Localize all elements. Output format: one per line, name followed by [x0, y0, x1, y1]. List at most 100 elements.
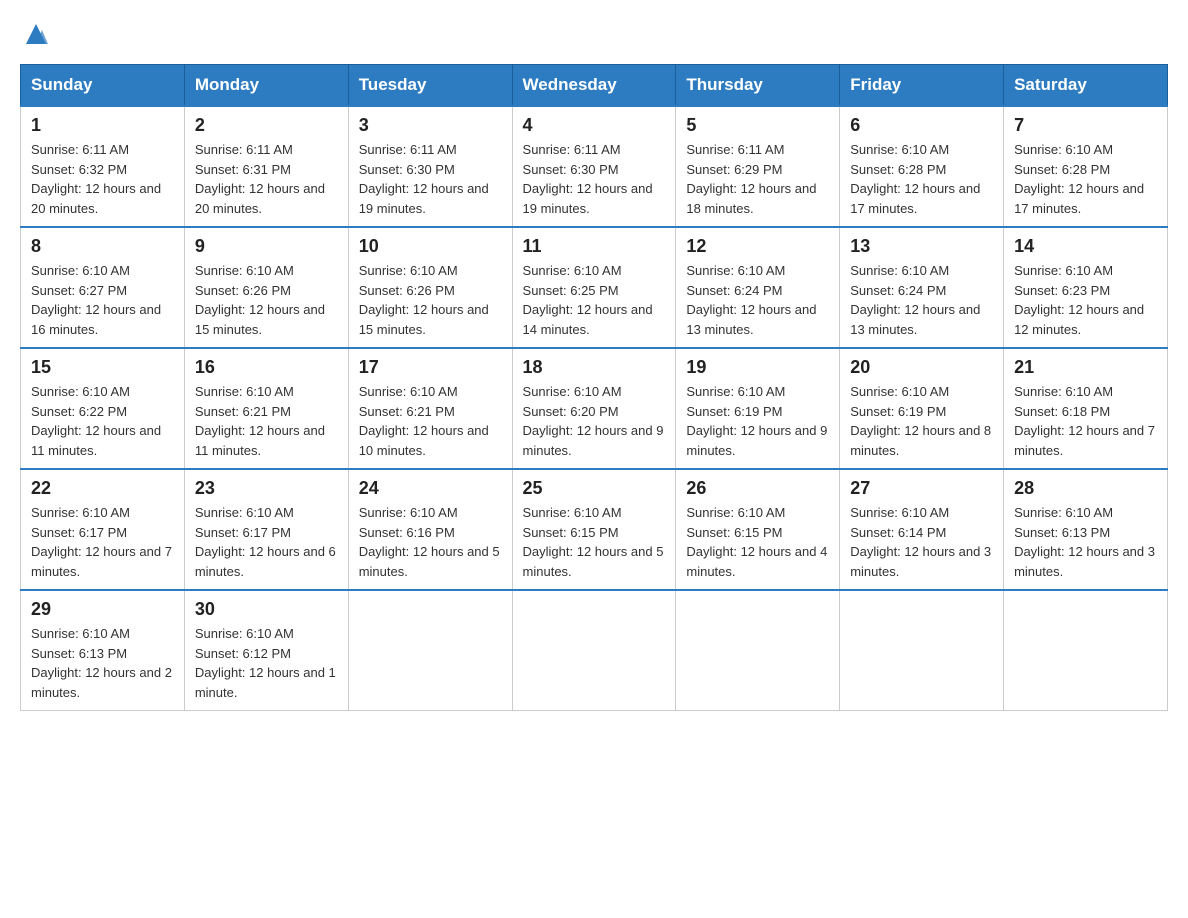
calendar-cell: 5 Sunrise: 6:11 AMSunset: 6:29 PMDayligh… [676, 106, 840, 227]
day-info: Sunrise: 6:10 AMSunset: 6:26 PMDaylight:… [195, 263, 325, 337]
day-number: 7 [1014, 115, 1157, 136]
day-info: Sunrise: 6:10 AMSunset: 6:13 PMDaylight:… [1014, 505, 1155, 579]
calendar-table: SundayMondayTuesdayWednesdayThursdayFrid… [20, 64, 1168, 711]
calendar-cell: 4 Sunrise: 6:11 AMSunset: 6:30 PMDayligh… [512, 106, 676, 227]
day-info: Sunrise: 6:11 AMSunset: 6:32 PMDaylight:… [31, 142, 161, 216]
day-info: Sunrise: 6:10 AMSunset: 6:16 PMDaylight:… [359, 505, 500, 579]
page-header [20, 20, 1168, 48]
day-info: Sunrise: 6:10 AMSunset: 6:15 PMDaylight:… [523, 505, 664, 579]
calendar-cell: 11 Sunrise: 6:10 AMSunset: 6:25 PMDaylig… [512, 227, 676, 348]
day-info: Sunrise: 6:10 AMSunset: 6:22 PMDaylight:… [31, 384, 161, 458]
day-info: Sunrise: 6:10 AMSunset: 6:25 PMDaylight:… [523, 263, 653, 337]
day-number: 9 [195, 236, 338, 257]
header-sunday: Sunday [21, 65, 185, 107]
day-info: Sunrise: 6:10 AMSunset: 6:12 PMDaylight:… [195, 626, 336, 700]
day-info: Sunrise: 6:10 AMSunset: 6:20 PMDaylight:… [523, 384, 664, 458]
day-number: 16 [195, 357, 338, 378]
day-info: Sunrise: 6:10 AMSunset: 6:23 PMDaylight:… [1014, 263, 1144, 337]
day-number: 2 [195, 115, 338, 136]
day-info: Sunrise: 6:10 AMSunset: 6:17 PMDaylight:… [31, 505, 172, 579]
calendar-cell: 6 Sunrise: 6:10 AMSunset: 6:28 PMDayligh… [840, 106, 1004, 227]
day-number: 30 [195, 599, 338, 620]
day-info: Sunrise: 6:10 AMSunset: 6:13 PMDaylight:… [31, 626, 172, 700]
header-monday: Monday [184, 65, 348, 107]
calendar-cell: 16 Sunrise: 6:10 AMSunset: 6:21 PMDaylig… [184, 348, 348, 469]
day-number: 25 [523, 478, 666, 499]
day-number: 23 [195, 478, 338, 499]
day-number: 1 [31, 115, 174, 136]
day-number: 28 [1014, 478, 1157, 499]
calendar-cell: 15 Sunrise: 6:10 AMSunset: 6:22 PMDaylig… [21, 348, 185, 469]
calendar-cell: 1 Sunrise: 6:11 AMSunset: 6:32 PMDayligh… [21, 106, 185, 227]
calendar-cell: 3 Sunrise: 6:11 AMSunset: 6:30 PMDayligh… [348, 106, 512, 227]
day-number: 17 [359, 357, 502, 378]
day-number: 18 [523, 357, 666, 378]
calendar-cell: 2 Sunrise: 6:11 AMSunset: 6:31 PMDayligh… [184, 106, 348, 227]
day-number: 27 [850, 478, 993, 499]
day-info: Sunrise: 6:11 AMSunset: 6:29 PMDaylight:… [686, 142, 816, 216]
day-number: 6 [850, 115, 993, 136]
day-number: 21 [1014, 357, 1157, 378]
day-info: Sunrise: 6:10 AMSunset: 6:28 PMDaylight:… [850, 142, 980, 216]
calendar-cell [1004, 590, 1168, 711]
day-info: Sunrise: 6:10 AMSunset: 6:27 PMDaylight:… [31, 263, 161, 337]
calendar-cell: 17 Sunrise: 6:10 AMSunset: 6:21 PMDaylig… [348, 348, 512, 469]
day-info: Sunrise: 6:10 AMSunset: 6:21 PMDaylight:… [359, 384, 489, 458]
calendar-cell: 22 Sunrise: 6:10 AMSunset: 6:17 PMDaylig… [21, 469, 185, 590]
day-info: Sunrise: 6:11 AMSunset: 6:31 PMDaylight:… [195, 142, 325, 216]
day-number: 19 [686, 357, 829, 378]
calendar-cell [348, 590, 512, 711]
day-info: Sunrise: 6:10 AMSunset: 6:24 PMDaylight:… [850, 263, 980, 337]
day-number: 24 [359, 478, 502, 499]
calendar-cell: 20 Sunrise: 6:10 AMSunset: 6:19 PMDaylig… [840, 348, 1004, 469]
day-info: Sunrise: 6:11 AMSunset: 6:30 PMDaylight:… [523, 142, 653, 216]
week-row: 1 Sunrise: 6:11 AMSunset: 6:32 PMDayligh… [21, 106, 1168, 227]
header-tuesday: Tuesday [348, 65, 512, 107]
day-info: Sunrise: 6:10 AMSunset: 6:24 PMDaylight:… [686, 263, 816, 337]
calendar-cell: 21 Sunrise: 6:10 AMSunset: 6:18 PMDaylig… [1004, 348, 1168, 469]
header-thursday: Thursday [676, 65, 840, 107]
day-number: 20 [850, 357, 993, 378]
day-info: Sunrise: 6:10 AMSunset: 6:17 PMDaylight:… [195, 505, 336, 579]
week-row: 15 Sunrise: 6:10 AMSunset: 6:22 PMDaylig… [21, 348, 1168, 469]
day-number: 8 [31, 236, 174, 257]
week-row: 22 Sunrise: 6:10 AMSunset: 6:17 PMDaylig… [21, 469, 1168, 590]
day-number: 5 [686, 115, 829, 136]
day-number: 12 [686, 236, 829, 257]
calendar-cell [840, 590, 1004, 711]
header-friday: Friday [840, 65, 1004, 107]
day-number: 4 [523, 115, 666, 136]
calendar-cell: 7 Sunrise: 6:10 AMSunset: 6:28 PMDayligh… [1004, 106, 1168, 227]
week-row: 8 Sunrise: 6:10 AMSunset: 6:27 PMDayligh… [21, 227, 1168, 348]
logo-icon [22, 20, 50, 48]
day-info: Sunrise: 6:10 AMSunset: 6:28 PMDaylight:… [1014, 142, 1144, 216]
day-number: 29 [31, 599, 174, 620]
header-wednesday: Wednesday [512, 65, 676, 107]
calendar-cell: 14 Sunrise: 6:10 AMSunset: 6:23 PMDaylig… [1004, 227, 1168, 348]
calendar-cell: 10 Sunrise: 6:10 AMSunset: 6:26 PMDaylig… [348, 227, 512, 348]
day-info: Sunrise: 6:10 AMSunset: 6:14 PMDaylight:… [850, 505, 991, 579]
day-info: Sunrise: 6:10 AMSunset: 6:15 PMDaylight:… [686, 505, 827, 579]
day-info: Sunrise: 6:10 AMSunset: 6:19 PMDaylight:… [686, 384, 827, 458]
week-row: 29 Sunrise: 6:10 AMSunset: 6:13 PMDaylig… [21, 590, 1168, 711]
weekday-header-row: SundayMondayTuesdayWednesdayThursdayFrid… [21, 65, 1168, 107]
calendar-cell: 26 Sunrise: 6:10 AMSunset: 6:15 PMDaylig… [676, 469, 840, 590]
calendar-cell: 30 Sunrise: 6:10 AMSunset: 6:12 PMDaylig… [184, 590, 348, 711]
calendar-cell: 23 Sunrise: 6:10 AMSunset: 6:17 PMDaylig… [184, 469, 348, 590]
calendar-cell [512, 590, 676, 711]
calendar-cell: 8 Sunrise: 6:10 AMSunset: 6:27 PMDayligh… [21, 227, 185, 348]
day-number: 13 [850, 236, 993, 257]
logo [20, 20, 52, 48]
day-info: Sunrise: 6:10 AMSunset: 6:18 PMDaylight:… [1014, 384, 1155, 458]
calendar-cell: 13 Sunrise: 6:10 AMSunset: 6:24 PMDaylig… [840, 227, 1004, 348]
calendar-cell [676, 590, 840, 711]
calendar-cell: 18 Sunrise: 6:10 AMSunset: 6:20 PMDaylig… [512, 348, 676, 469]
calendar-cell: 27 Sunrise: 6:10 AMSunset: 6:14 PMDaylig… [840, 469, 1004, 590]
calendar-cell: 28 Sunrise: 6:10 AMSunset: 6:13 PMDaylig… [1004, 469, 1168, 590]
day-number: 3 [359, 115, 502, 136]
day-info: Sunrise: 6:10 AMSunset: 6:21 PMDaylight:… [195, 384, 325, 458]
day-number: 10 [359, 236, 502, 257]
calendar-cell: 24 Sunrise: 6:10 AMSunset: 6:16 PMDaylig… [348, 469, 512, 590]
day-info: Sunrise: 6:10 AMSunset: 6:26 PMDaylight:… [359, 263, 489, 337]
header-saturday: Saturday [1004, 65, 1168, 107]
